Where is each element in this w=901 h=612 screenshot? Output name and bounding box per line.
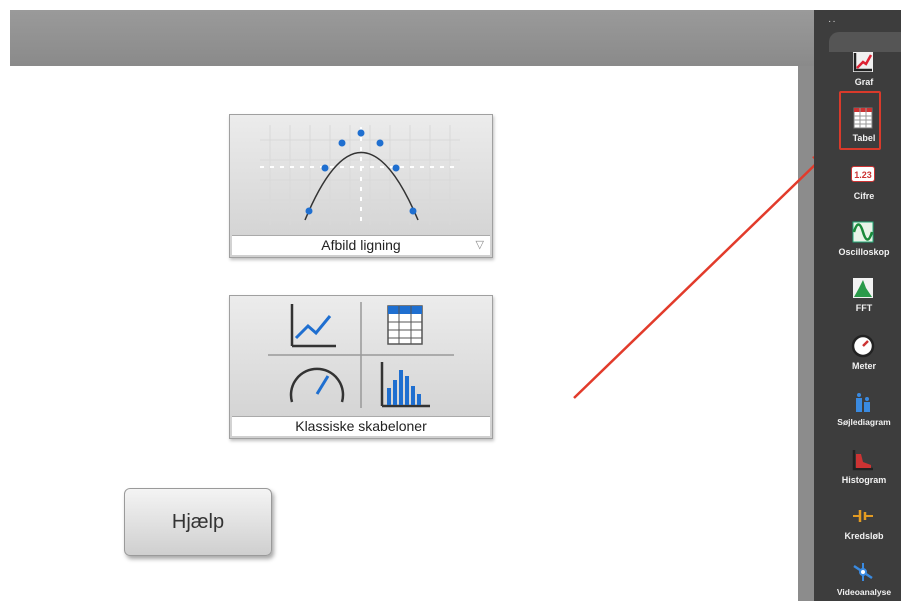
template-afbild-ligning[interactable]: Afbild ligning ▽ xyxy=(229,114,493,258)
digits-badge: 1.23 xyxy=(854,170,872,180)
toolbox-item-fft[interactable]: FFT xyxy=(824,272,901,328)
toolbox-item-meter[interactable]: Meter xyxy=(824,330,901,386)
bar-chart-icon xyxy=(856,393,870,412)
toolbox-label: Histogram xyxy=(841,475,887,485)
video-analysis-icon xyxy=(853,563,873,581)
fft-icon xyxy=(853,278,873,298)
circuit-icon xyxy=(853,510,873,522)
graph-icon xyxy=(290,304,336,348)
toolbox-label: Søjlediagram xyxy=(837,417,891,427)
histogram-icon xyxy=(852,450,873,471)
help-button[interactable]: Hjælp xyxy=(124,488,272,556)
toolbox-item-kredslob[interactable]: Kredsløb xyxy=(824,500,901,556)
oscilloscope-icon xyxy=(852,221,874,243)
graph-icon xyxy=(853,52,873,72)
toolbox-label: Videoanalyse xyxy=(836,587,892,597)
toolbox-item-videoanalyse[interactable]: Videoanalyse xyxy=(824,556,901,612)
toolbox-label: Meter xyxy=(851,361,876,371)
toolbox-label: Oscilloskop xyxy=(838,247,890,257)
template-klassiske-label: Klassiske skabeloner xyxy=(295,418,427,434)
tabel-highlight-box xyxy=(839,91,881,150)
table-icon xyxy=(387,305,423,345)
meter-icon xyxy=(851,334,875,358)
template-label: Afbild ligning ▽ xyxy=(232,235,490,255)
toolbox-item-sojlediagram[interactable]: Søjlediagram xyxy=(824,386,901,442)
top-toolbar xyxy=(10,10,814,67)
template-label: Klassiske skabeloner xyxy=(232,416,490,436)
toolbox-label: FFT xyxy=(855,303,873,313)
template-afbild-label: Afbild ligning xyxy=(321,237,401,253)
digits-icon: 1.23 xyxy=(851,166,875,182)
toolbox-label: Kredsløb xyxy=(844,531,884,541)
toolbox-label: Cifre xyxy=(853,191,875,201)
histogram-icon xyxy=(380,362,430,408)
toolbox-item-histogram[interactable]: Histogram xyxy=(824,444,901,500)
classic-templates-icon-grid xyxy=(268,302,454,408)
toolbox-item-oscilloskop[interactable]: Oscilloskop xyxy=(824,216,901,272)
parabola-graph-icon xyxy=(260,125,460,225)
template-klassiske-skabeloner[interactable]: Klassiske skabeloner xyxy=(229,295,493,439)
toolbox-label: Graf xyxy=(854,77,874,87)
dropdown-triangle-icon[interactable]: ▽ xyxy=(476,236,484,255)
meter-icon xyxy=(289,367,345,403)
toolbox-item-cifre[interactable]: 1.23 Cifre xyxy=(824,160,901,216)
panel-handle[interactable]: ·· xyxy=(828,16,837,27)
workspace-border xyxy=(798,66,814,601)
